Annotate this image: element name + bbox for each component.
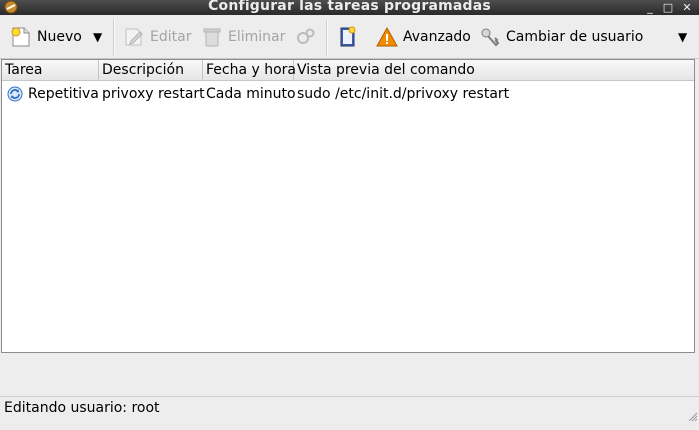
task-type: Repetitiva — [28, 86, 99, 102]
chevron-down-icon: ▼ — [93, 30, 103, 44]
gears-icon — [295, 26, 317, 48]
advanced-button-label: Avanzado — [403, 29, 471, 45]
change-user-button-label: Cambiar de usuario — [506, 29, 644, 45]
toolbar-separator — [113, 19, 115, 55]
new-dropdown-arrow[interactable]: ▼ — [93, 15, 102, 59]
column-header-command-preview[interactable]: Vista previa del comando — [294, 60, 694, 80]
toolbar: Nuevo ▼ Editar Eliminar Avanzado Cambiar… — [0, 15, 699, 59]
keys-icon — [479, 26, 501, 48]
list-header: Tarea Descripción Fecha y hora Vista pre… — [2, 60, 694, 81]
task-command-preview: sudo /etc/init.d/privoxy restart — [297, 86, 510, 102]
column-header-datetime[interactable]: Fecha y hora — [203, 60, 296, 80]
delete-button-label: Eliminar — [228, 29, 286, 45]
advanced-button[interactable]: Avanzado — [376, 15, 471, 59]
new-button-label: Nuevo — [37, 29, 82, 45]
maximize-button[interactable]: □ — [661, 0, 675, 15]
chevron-down-icon: ▼ — [678, 30, 688, 44]
title-bar[interactable]: Configurar las tareas programadas _ □ ✕ — [0, 0, 699, 15]
window-title: Configurar las tareas programadas — [208, 0, 491, 14]
change-user-button[interactable]: Cambiar de usuario — [479, 15, 643, 59]
toolbar-overflow-arrow[interactable]: ▼ — [678, 15, 687, 59]
edit-button[interactable]: Editar — [123, 15, 191, 59]
toolbar-separator — [326, 19, 328, 55]
status-bar: Editando usuario: root — [0, 396, 699, 422]
task-list[interactable]: Tarea Descripción Fecha y hora Vista pre… — [1, 59, 695, 353]
status-text: Editando usuario: root — [4, 400, 160, 416]
template-book-icon — [337, 26, 359, 48]
task-description: privoxy restart — [102, 86, 205, 102]
column-header-description[interactable]: Descripción — [99, 60, 203, 80]
trash-icon — [201, 26, 223, 48]
minimize-button[interactable]: _ — [643, 0, 657, 15]
warning-icon — [376, 26, 398, 48]
delete-button[interactable]: Eliminar — [201, 15, 285, 59]
edit-icon — [123, 26, 145, 48]
column-header-task[interactable]: Tarea — [2, 60, 99, 80]
run-task-button[interactable] — [295, 15, 317, 59]
close-button[interactable]: ✕ — [680, 0, 694, 15]
edit-button-label: Editar — [150, 29, 192, 45]
resize-grip-icon[interactable] — [686, 407, 698, 422]
new-button[interactable]: Nuevo — [10, 15, 82, 59]
refresh-icon — [7, 86, 23, 102]
new-document-icon — [10, 26, 32, 48]
task-datetime: Cada minuto — [206, 86, 296, 102]
table-row[interactable]: Repetitiva privoxy restart Cada minuto s… — [2, 83, 694, 105]
templates-button[interactable] — [337, 15, 359, 59]
